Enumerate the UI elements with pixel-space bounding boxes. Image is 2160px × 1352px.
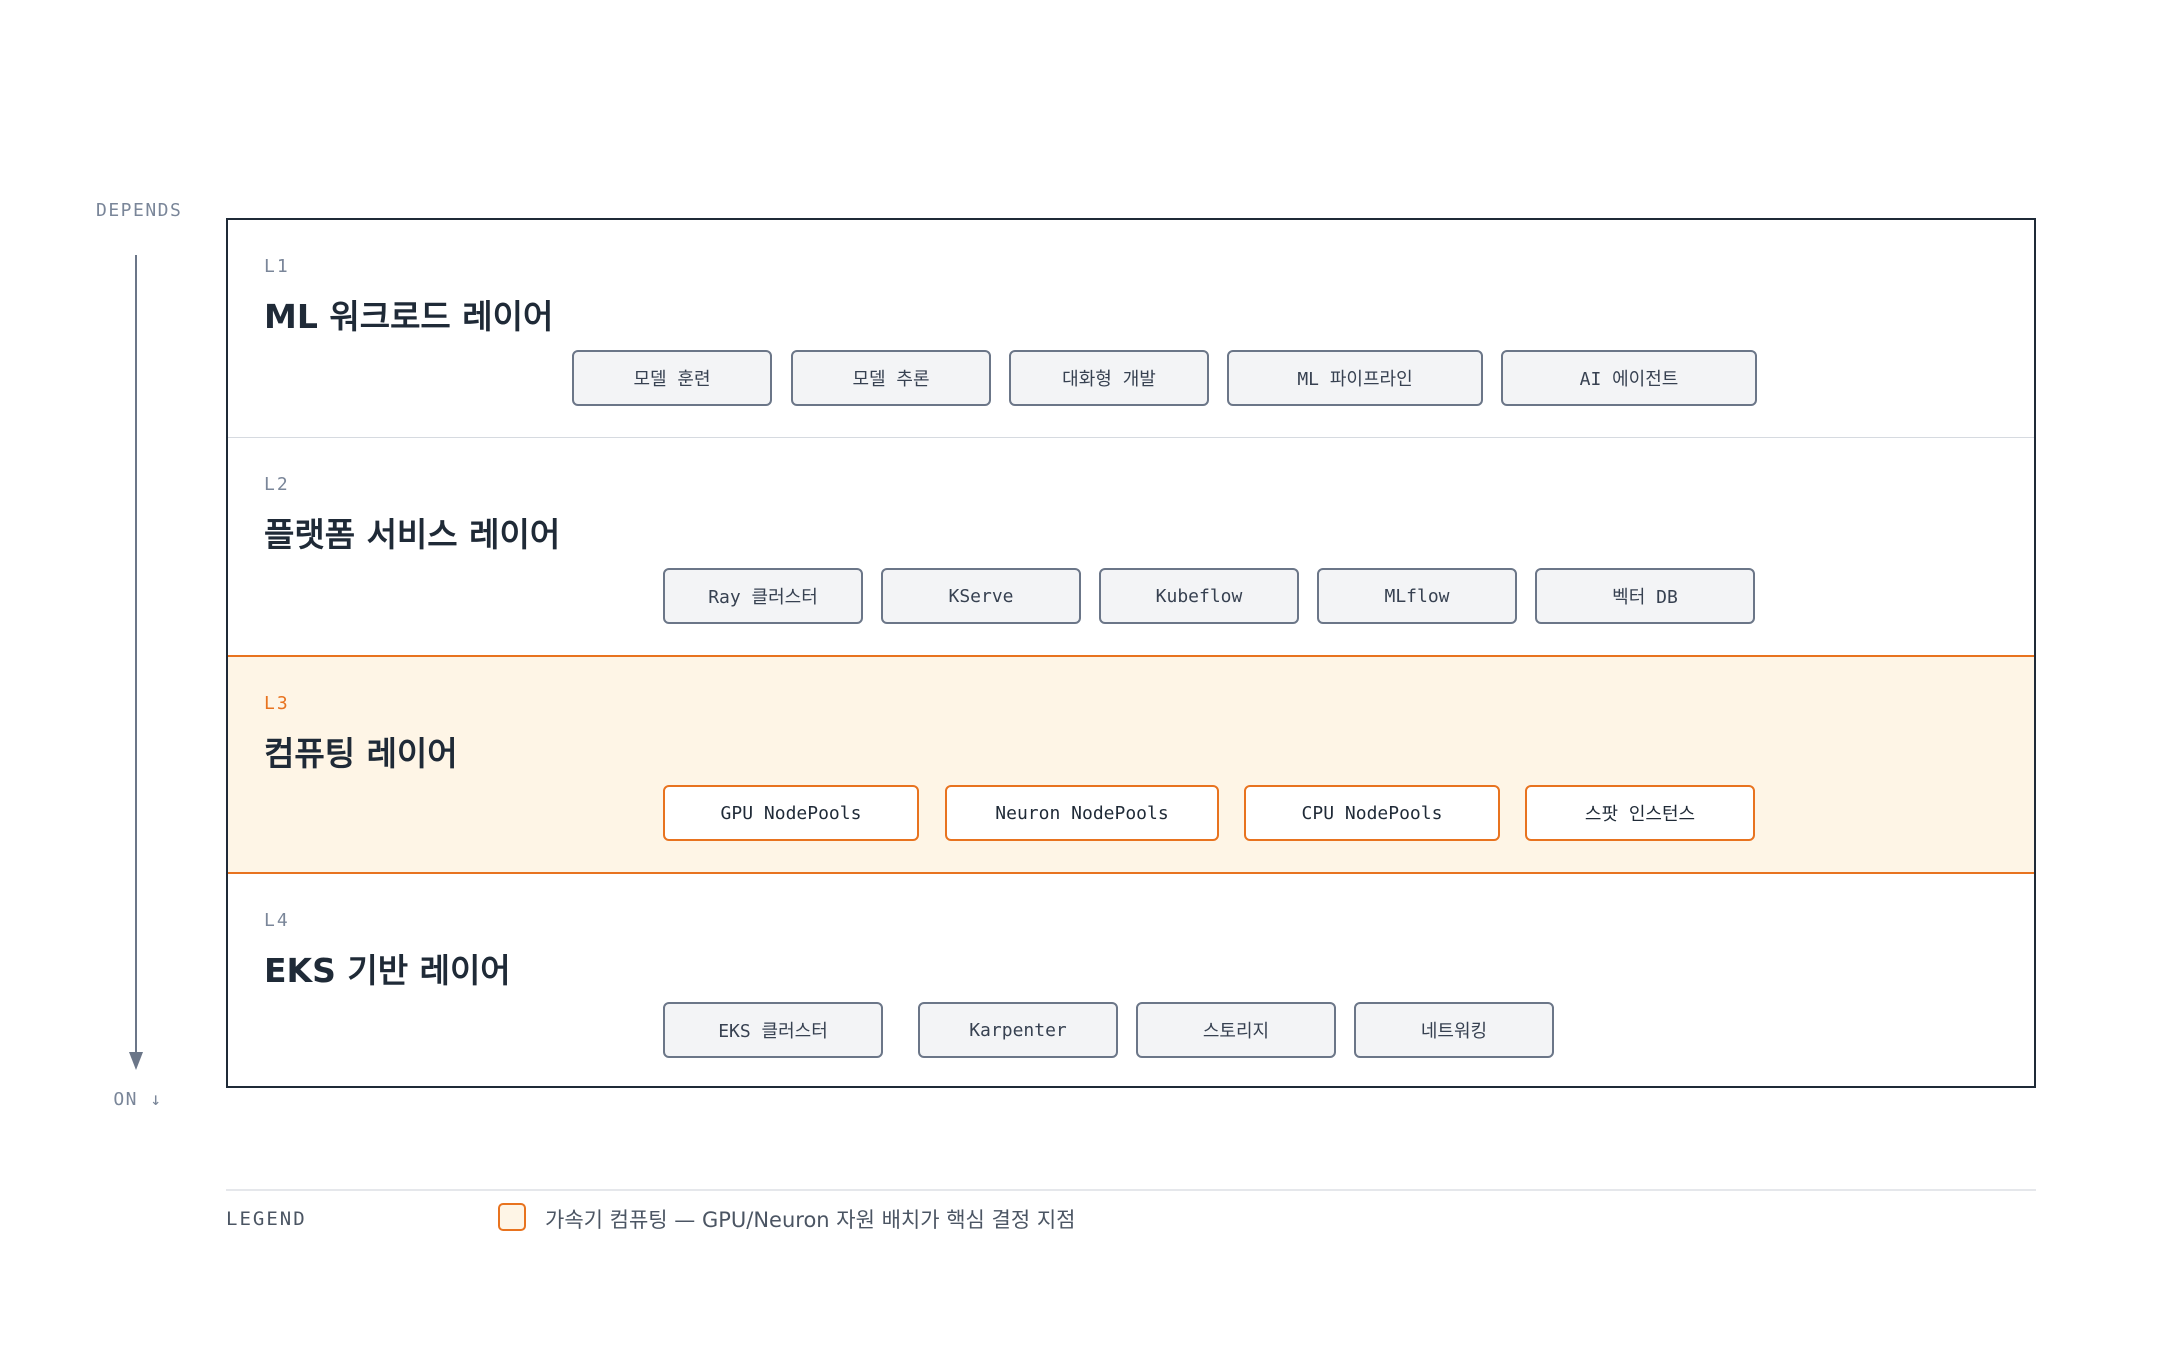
chip-spot-instances: 스팟 인스턴스 (1525, 785, 1755, 841)
layer-title: EKS 기반 레이어 (264, 951, 511, 990)
layer-l3: L3 컴퓨팅 레이어 GPU NodePools Neuron NodePool… (228, 655, 2034, 874)
layer-id: L2 (264, 474, 290, 495)
layer-stack: L1 ML 워크로드 레이어 모델 훈련 모델 추론 대화형 개발 ML 파이프… (226, 218, 2036, 1088)
layer-id: L1 (264, 256, 290, 277)
layer-title: 플랫폼 서비스 레이어 (264, 515, 561, 554)
chip-cpu-nodepools: CPU NodePools (1244, 785, 1500, 841)
layer-l4: L4 EKS 기반 레이어 EKS 클러스터 Karpenter 스토리지 네트… (228, 874, 2034, 1086)
chip-ml-pipeline: ML 파이프라인 (1227, 350, 1483, 406)
chip-karpenter: Karpenter (918, 1002, 1118, 1058)
chip-storage: 스토리지 (1136, 1002, 1336, 1058)
chip-ai-agent: AI 에이전트 (1501, 350, 1757, 406)
chip-ray-cluster: Ray 클러스터 (663, 568, 863, 624)
chip-interactive-dev: 대화형 개발 (1009, 350, 1209, 406)
legend-item-text: 가속기 컴퓨팅 — GPU/Neuron 자원 배치가 핵심 결정 지점 (545, 1208, 1076, 1232)
layer-id: L4 (264, 910, 290, 931)
legend-swatch-accelerator (498, 1203, 526, 1231)
chip-kserve: KServe (881, 568, 1081, 624)
axis-line (135, 255, 137, 1055)
legend-label: LEGEND (226, 1208, 307, 1230)
chip-model-training: 모델 훈련 (572, 350, 772, 406)
axis-on-label: ON ↓ (113, 1089, 163, 1110)
layer-title: ML 워크로드 레이어 (264, 297, 554, 336)
layer-l2: L2 플랫폼 서비스 레이어 Ray 클러스터 KServe Kubeflow … (228, 438, 2034, 656)
axis-arrow-down-icon (129, 1052, 143, 1070)
layer-l1: L1 ML 워크로드 레이어 모델 훈련 모델 추론 대화형 개발 ML 파이프… (228, 220, 2034, 438)
chip-kubeflow: Kubeflow (1099, 568, 1299, 624)
layer-id: L3 (264, 693, 290, 714)
chip-eks-cluster: EKS 클러스터 (663, 1002, 883, 1058)
chip-neuron-nodepools: Neuron NodePools (945, 785, 1219, 841)
axis-depends-label: DEPENDS (96, 200, 183, 221)
legend-divider (226, 1189, 2036, 1191)
chip-vector-db: 벡터 DB (1535, 568, 1755, 624)
chip-mlflow: MLflow (1317, 568, 1517, 624)
chip-gpu-nodepools: GPU NodePools (663, 785, 919, 841)
layer-title: 컴퓨팅 레이어 (264, 734, 458, 773)
chip-model-inference: 모델 추론 (791, 350, 991, 406)
chip-networking: 네트워킹 (1354, 1002, 1554, 1058)
